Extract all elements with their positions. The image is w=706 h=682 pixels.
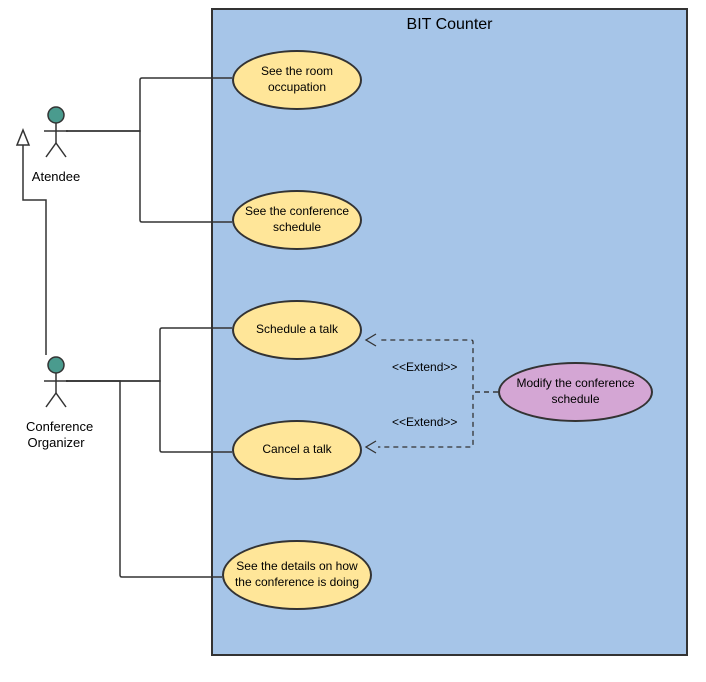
actor-icon (36, 105, 76, 160)
system-title: BIT Counter (213, 10, 686, 40)
usecase-conference-schedule: See the conference schedule (232, 190, 362, 250)
actor-attendee-label: Atendee (26, 169, 86, 185)
extend-label-2: <<Extend>> (392, 415, 457, 429)
usecase-details: See the details on how the conference is… (222, 540, 372, 610)
usecase-cancel-talk: Cancel a talk (232, 420, 362, 480)
extend-label-1: <<Extend>> (392, 360, 457, 374)
actor-attendee: Atendee (26, 105, 86, 185)
usecase-modify-schedule: Modify the conference schedule (498, 362, 653, 422)
actor-organizer-label: Conference Organizer (26, 419, 86, 450)
actor-icon (36, 355, 76, 410)
actor-organizer: Conference Organizer (26, 355, 86, 450)
usecase-schedule-talk: Schedule a talk (232, 300, 362, 360)
usecase-room-occupation: See the room occupation (232, 50, 362, 110)
